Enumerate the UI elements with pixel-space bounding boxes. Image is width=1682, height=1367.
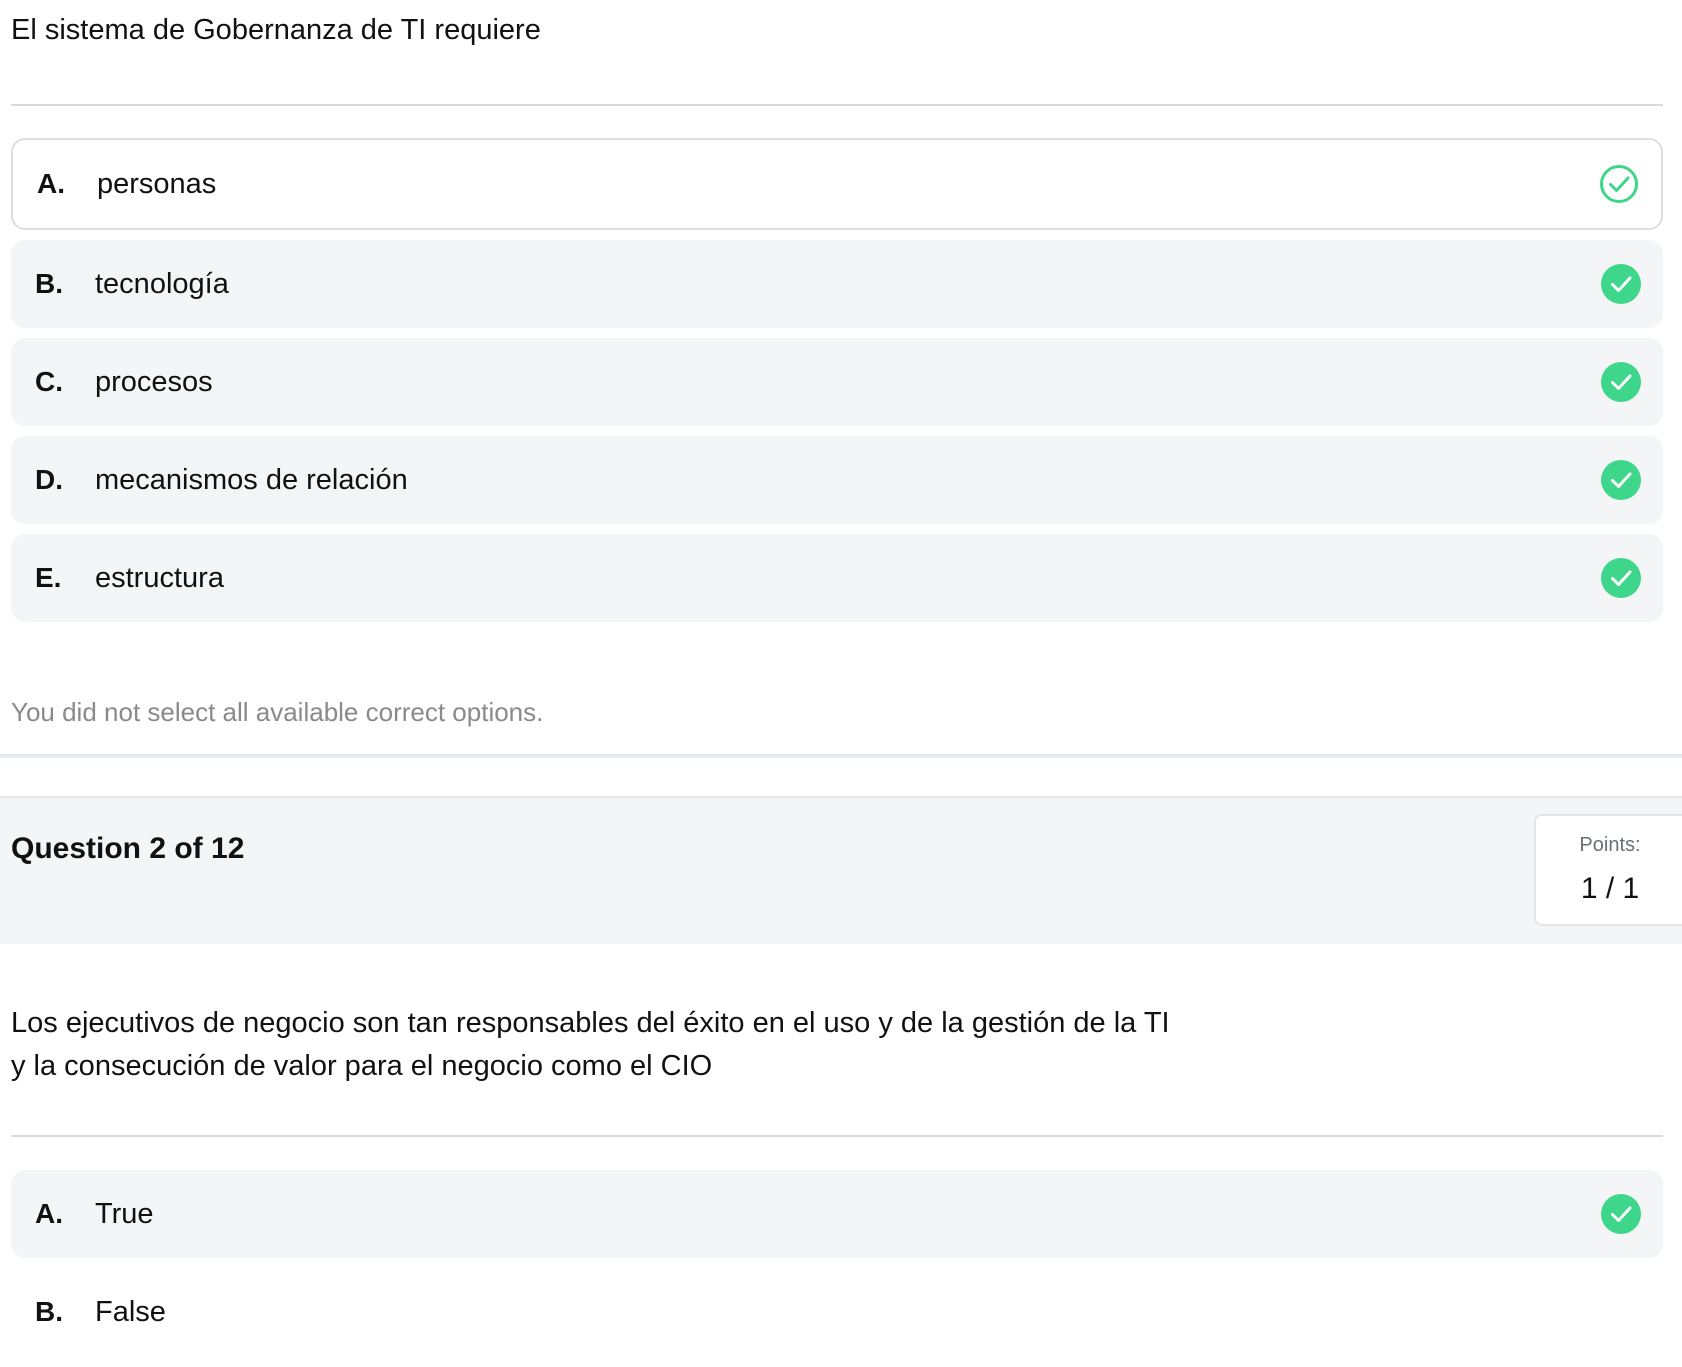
option-letter: C. [35, 366, 63, 397]
points-box: Points: 1 / 1 [1534, 814, 1682, 926]
option-letter: A. [37, 168, 65, 199]
check-filled-icon [1601, 460, 1641, 500]
question-2-prompt: Los ejecutivos de negocio son tan respon… [11, 1002, 1311, 1088]
prompt-line: Los ejecutivos de negocio son tan respon… [11, 1007, 1170, 1039]
check-outline-icon [1600, 165, 1638, 203]
option-text: mecanismos de relación [95, 463, 408, 496]
option-letter: B. [35, 1296, 63, 1327]
question-1-prompt: El sistema de Gobernanza de TI requiere [11, 14, 541, 46]
q1-option-e: E. estructura [11, 534, 1663, 622]
q2-option-a: A. True [11, 1170, 1663, 1258]
option-letter: A. [35, 1198, 63, 1229]
option-text: personas [97, 167, 217, 200]
points-value: 1 / 1 [1580, 872, 1640, 905]
q1-option-b: B. tecnología [11, 240, 1663, 328]
q1-option-a: A. personas [11, 138, 1663, 230]
option-letter: E. [35, 562, 62, 593]
check-filled-icon [1601, 362, 1641, 402]
points-label: Points: [1579, 834, 1641, 856]
divider [11, 104, 1663, 106]
option-text: estructura [95, 561, 224, 594]
question-title: Question 2 of 12 [11, 832, 245, 865]
option-letter: D. [35, 464, 63, 495]
divider [11, 1135, 1663, 1137]
q2-option-b: B. False [11, 1268, 1663, 1356]
feedback-message: You did not select all available correct… [11, 697, 544, 727]
prompt-line: y la consecución de valor para el negoci… [11, 1050, 713, 1082]
q1-option-d: D. mecanismos de relación [11, 436, 1663, 524]
question-2-header: Question 2 of 12 Points: 1 / 1 [0, 796, 1682, 944]
section-separator [0, 754, 1682, 758]
check-filled-icon [1601, 558, 1641, 598]
quiz-results-page: El sistema de Gobernanza de TI requiere … [0, 0, 1682, 1367]
check-filled-icon [1601, 1194, 1641, 1234]
q1-option-c: C. procesos [11, 338, 1663, 426]
check-filled-icon [1601, 264, 1641, 304]
option-text: True [95, 1197, 154, 1230]
option-text: tecnología [95, 267, 229, 300]
option-text: False [95, 1295, 166, 1328]
option-letter: B. [35, 268, 63, 299]
option-text: procesos [95, 365, 213, 398]
